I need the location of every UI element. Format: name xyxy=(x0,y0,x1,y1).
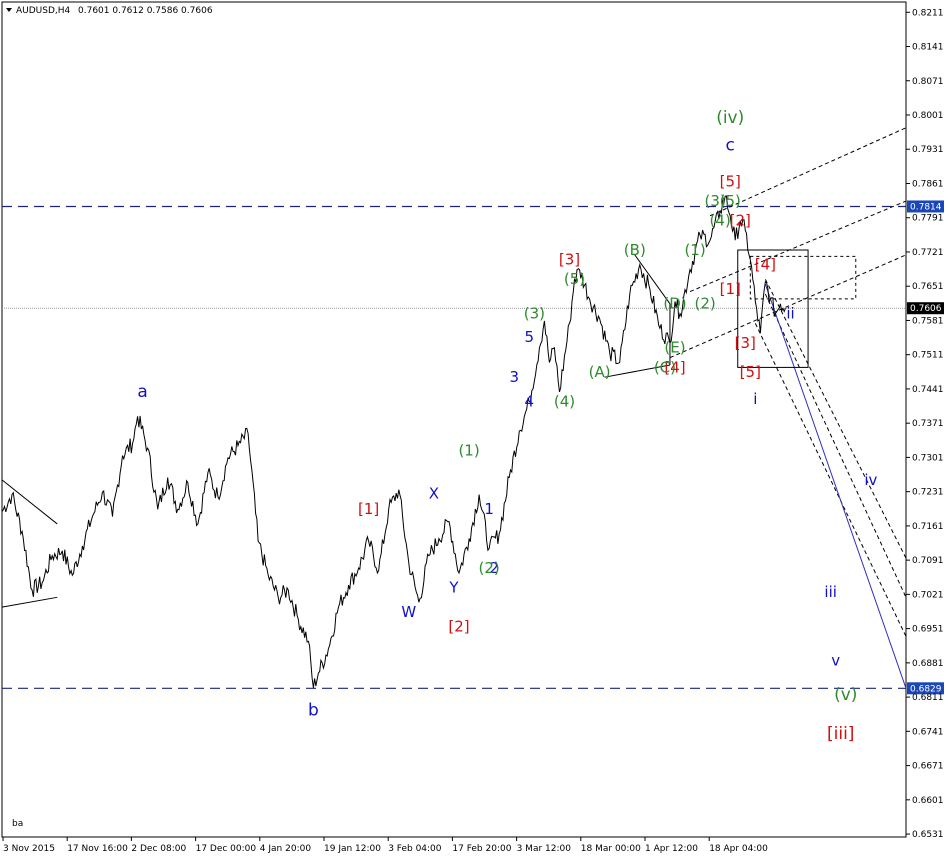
y-tick-label: 0.7091 xyxy=(912,556,944,566)
wave-label: (A) xyxy=(589,363,611,381)
x-tick-label: 1 Apr 12:00 xyxy=(645,844,698,854)
y-tick-label: 0.8001 xyxy=(912,111,944,121)
y-tick-label: 0.8211 xyxy=(912,8,944,18)
y-tick-label: 0.7581 xyxy=(912,316,944,326)
wave-label: [3] xyxy=(559,251,580,269)
footer-label: ba xyxy=(12,819,23,829)
wave-label: (E) xyxy=(664,339,685,357)
x-tick-label: 17 Nov 16:00 xyxy=(67,844,128,854)
wave-label: 1 xyxy=(484,500,494,518)
x-tick-label: 3 Nov 2015 xyxy=(3,844,55,854)
wave-label: (D) xyxy=(663,295,686,313)
wave-label: (iv) xyxy=(716,108,744,128)
wave-label: (4) xyxy=(710,212,731,230)
y-tick-label: 0.7721 xyxy=(912,248,944,258)
wave-label: c xyxy=(726,136,735,156)
wave-label: (5) xyxy=(720,192,741,210)
wave-label: (1) xyxy=(684,241,705,259)
y-tick-label: 0.6671 xyxy=(912,762,944,772)
wave-label: i xyxy=(753,390,757,408)
wave-label: Y xyxy=(448,578,459,596)
wave-label: b xyxy=(308,701,319,721)
wave-label: X xyxy=(429,484,439,502)
y-tick-label: 0.6881 xyxy=(912,659,944,669)
wave-label: [5] xyxy=(740,363,761,381)
wave-label: (3) xyxy=(524,304,545,322)
wave-label: (2) xyxy=(694,295,715,313)
wave-label: (1) xyxy=(458,441,479,459)
y-tick-label: 0.6811 xyxy=(912,693,944,703)
y-tick-label: 0.7651 xyxy=(912,282,944,292)
y-tick-label: 0.8141 xyxy=(912,43,944,53)
x-tick-label: 3 Feb 04:00 xyxy=(388,844,442,854)
x-tick-label: 19 Jan 12:00 xyxy=(324,844,381,854)
wave-label: a xyxy=(137,382,147,402)
wave-label: 4 xyxy=(525,393,535,411)
wave-label: [1] xyxy=(358,500,379,518)
x-tick-label: 2 Dec 08:00 xyxy=(131,844,186,854)
wave-label: (4) xyxy=(554,393,575,411)
wave-label: (5) xyxy=(564,270,585,288)
y-tick-label: 0.6741 xyxy=(912,727,944,737)
y-tick-label: 0.7231 xyxy=(912,488,944,498)
y-tick-label: 0.6531 xyxy=(912,830,944,840)
wave-label: W xyxy=(401,603,416,621)
y-tick-label: 0.7861 xyxy=(912,179,944,189)
wave-label: (v) xyxy=(834,685,857,705)
y-tick-label: 0.7511 xyxy=(912,351,944,361)
x-tick-label: 18 Apr 04:00 xyxy=(709,844,768,854)
wave-label: (C) xyxy=(654,358,676,376)
wave-label: 3 xyxy=(509,368,519,386)
x-tick-label: 4 Jan 20:00 xyxy=(260,844,312,854)
wave-label: [4] xyxy=(755,256,776,274)
wave-label: (B) xyxy=(624,241,646,259)
x-tick-label: 17 Dec 00:00 xyxy=(196,844,257,854)
wave-label: [5] xyxy=(720,172,741,190)
wave-label: [iii] xyxy=(827,724,854,744)
y-tick-label: 0.8071 xyxy=(912,77,944,87)
wave-label: ii xyxy=(786,304,794,322)
x-tick-label: 17 Feb 20:00 xyxy=(452,844,511,854)
wave-label: (2) xyxy=(479,559,500,577)
x-tick-label: 18 Mar 00:00 xyxy=(581,844,641,854)
wave-label: 5 xyxy=(525,328,535,346)
y-tick-label: 0.7301 xyxy=(912,453,944,463)
level-price-label: 0.7814 xyxy=(910,202,942,212)
wave-label: [2] xyxy=(448,618,469,636)
x-tick-label: 3 Mar 12:00 xyxy=(517,844,572,854)
wave-label: [2] xyxy=(730,212,751,230)
y-tick-label: 0.6601 xyxy=(912,796,944,806)
price-chart[interactable]: AUDUSD,H4 0.7601 0.7612 0.7586 0.7606 0.… xyxy=(0,0,946,858)
wave-label: v xyxy=(831,651,840,669)
y-tick-label: 0.7791 xyxy=(912,214,944,224)
wave-label: [3] xyxy=(735,334,756,352)
header-symbol: AUDUSD,H4 xyxy=(16,6,71,16)
wave-label: iv xyxy=(864,471,877,489)
y-tick-label: 0.7931 xyxy=(912,145,944,155)
wave-label: iii xyxy=(824,583,837,601)
wave-label: [1] xyxy=(720,280,741,298)
y-tick-label: 0.7021 xyxy=(912,590,944,600)
y-tick-label: 0.7441 xyxy=(912,385,944,395)
current-price-label: 0.7606 xyxy=(910,304,942,314)
y-tick-label: 0.7161 xyxy=(912,522,944,532)
y-tick-label: 0.6951 xyxy=(912,625,944,635)
y-tick-label: 0.7371 xyxy=(912,419,944,429)
header-ohlc: 0.7601 0.7612 0.7586 0.7606 xyxy=(78,6,213,16)
